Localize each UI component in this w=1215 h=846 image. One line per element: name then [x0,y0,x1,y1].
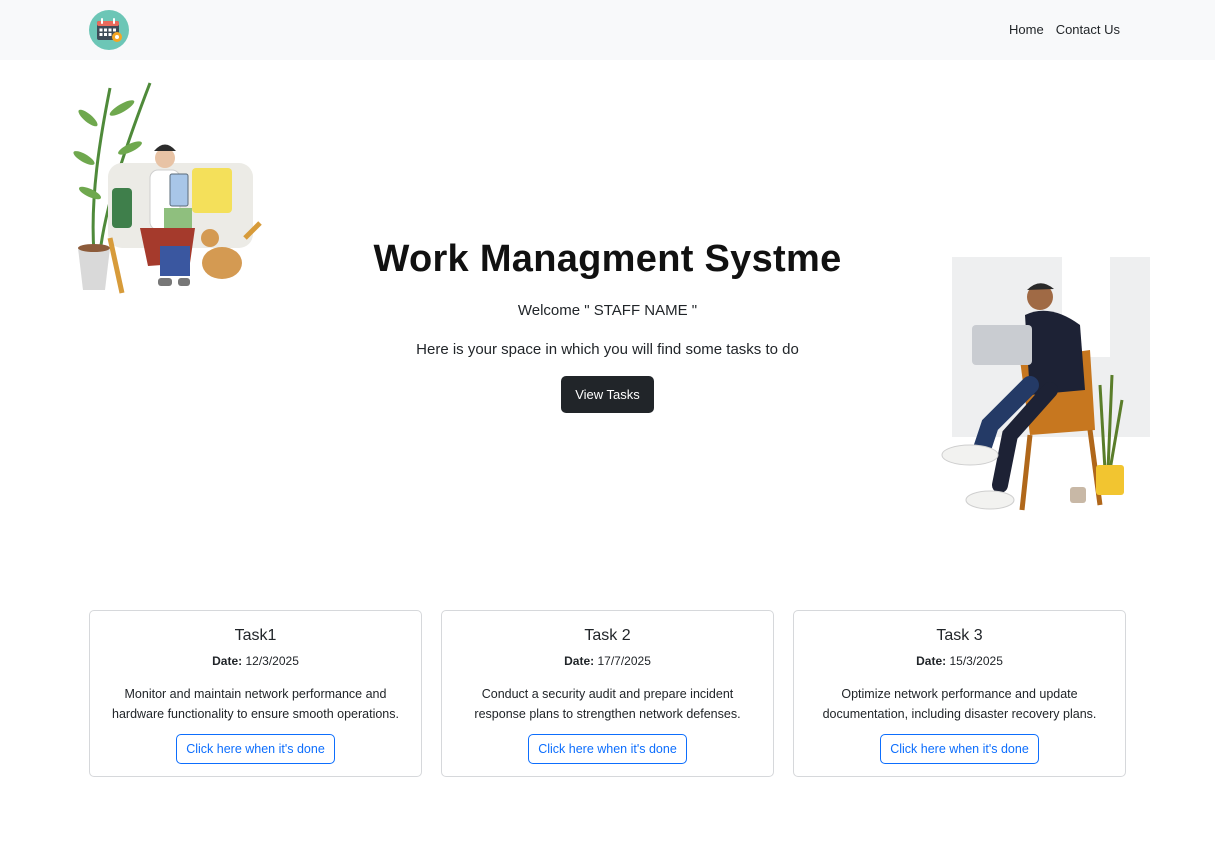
task-card: Task1 Date: 12/3/2025 Monitor and mainta… [89,610,422,777]
mark-done-button[interactable]: Click here when it's done [176,734,335,764]
task-date-value: 15/3/2025 [949,654,1003,668]
mark-done-button[interactable]: Click here when it's done [528,734,687,764]
task-title: Task 2 [584,627,631,644]
task-card: Task 3 Date: 15/3/2025 Optimize network … [793,610,1126,777]
calendar-gear-icon[interactable] [89,10,129,50]
task-title: Task 3 [936,627,983,644]
task-date: Date: 17/7/2025 [454,654,761,668]
task-description: Monitor and maintain network performance… [112,687,399,721]
task-date-label: Date: [564,654,595,668]
task-date-value: 12/3/2025 [245,654,299,668]
navbar: Home Contact Us [0,0,1215,60]
nav-link-contact-us[interactable]: Contact Us [1056,22,1120,37]
task-description: Conduct a security audit and prepare inc… [474,687,741,721]
task-date: Date: 15/3/2025 [806,654,1113,668]
mark-done-button[interactable]: Click here when it's done [880,734,1039,764]
task-date-value: 17/7/2025 [597,654,651,668]
task-date-label: Date: [212,654,243,668]
task-description: Optimize network performance and update … [822,687,1097,721]
task-title: Task1 [234,627,277,644]
task-card: Task 2 Date: 17/7/2025 Conduct a securit… [441,610,774,777]
nav-links: Home Contact Us [1009,22,1120,37]
task-date: Date: 12/3/2025 [102,654,409,668]
view-tasks-button[interactable]: View Tasks [561,376,654,413]
task-date-label: Date: [916,654,947,668]
person-on-laptop-in-chair-illustration [941,257,1150,511]
nav-link-home[interactable]: Home [1009,22,1044,37]
task-cards: Task1 Date: 12/3/2025 Monitor and mainta… [89,610,1126,777]
